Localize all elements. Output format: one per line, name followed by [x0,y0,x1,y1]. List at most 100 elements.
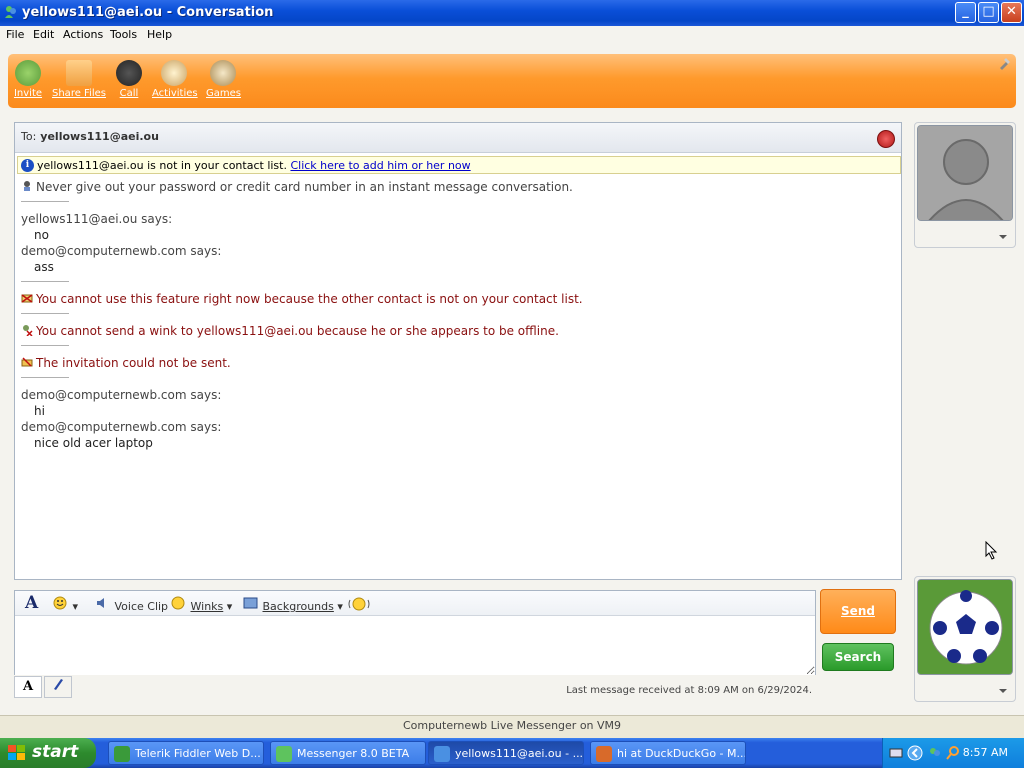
input-mode-tabs: A [14,676,76,698]
browser-icon [596,746,612,762]
compose-area: A ▾ Voice Clip Winks ▾ Backgrounds ▾ [14,590,816,675]
add-contact-link[interactable]: Click here to add him or her now [290,159,470,172]
info-icon: i [21,159,34,172]
task-duckduckgo[interactable]: hi at DuckDuckGo - M... [590,741,746,765]
info-text: yellows111@aei.ou is not in your contact… [37,159,287,172]
separator [21,201,69,202]
message-body: ass [34,260,54,274]
windows-logo-icon [8,745,25,760]
contact-display-picture[interactable] [914,122,1016,248]
window-title: yellows111@aei.ou - Conversation [22,5,274,20]
games-icon [210,60,236,86]
separator [21,281,69,282]
nudge-icon [348,597,370,611]
customize-icon[interactable] [998,56,1012,70]
minimize-button[interactable]: _ [955,2,976,23]
phone-icon [116,60,142,86]
conversation-window: yellows111@aei.ou - Conversation _ □ ✕ F… [0,0,1024,738]
search-button[interactable]: Search [822,643,894,671]
task-fiddler[interactable]: Telerik Fiddler Web D... [108,741,264,765]
messenger-icon [276,746,292,762]
start-button[interactable]: start [0,738,96,768]
system-message: Never give out your password or credit c… [21,180,573,194]
chevron-down-icon[interactable] [999,689,1007,693]
pen-icon [54,679,63,690]
default-avatar-icon [918,126,1012,220]
menu-file[interactable]: File [6,28,24,41]
games-button[interactable]: Games [206,60,241,99]
menu-bar: File Edit Actions Tools Help [0,26,1024,46]
mail-blocked-icon [21,294,33,303]
title-bar[interactable]: yellows111@aei.ou - Conversation _ □ ✕ [0,0,1024,26]
wink-blocked-icon [23,325,33,336]
handwriting-mode-tab[interactable] [44,676,72,698]
emoticon-button[interactable]: ▾ [53,596,78,613]
status-bar: Computernewb Live Messenger on VM9 [0,715,1024,738]
maximize-icon: □ [982,4,995,19]
messenger-tray-icon[interactable] [927,745,943,761]
call-button[interactable]: Call [116,60,142,99]
soccer-ball-picture [917,579,1013,675]
to-line: To: yellows111@aei.ou [21,130,159,143]
to-address: yellows111@aei.ou [40,130,159,143]
activities-button[interactable]: Activities [152,60,198,99]
menu-actions[interactable]: Actions [63,28,103,41]
system-tray: 8:57 AM [882,738,1024,768]
info-bar: i yellows111@aei.ou is not in your conta… [17,156,901,174]
send-button[interactable]: Send [820,589,896,634]
message-header: demo@computernewb.com says: [21,388,222,402]
last-message-status: Last message received at 8:09 AM on 6/29… [566,685,812,696]
taskbar: start Telerik Fiddler Web D... Messenger… [0,738,1024,768]
separator [21,345,69,346]
text-mode-tab[interactable]: A [14,676,42,698]
close-icon: ✕ [1006,4,1017,19]
nudge-button[interactable] [347,596,371,615]
search-icon[interactable] [945,745,961,761]
winks-button[interactable]: Winks ▾ [171,596,232,613]
task-messenger[interactable]: Messenger 8.0 BETA [270,741,426,765]
messenger-icon [5,6,16,18]
own-display-picture[interactable] [914,576,1016,702]
chevron-down-icon[interactable] [999,235,1007,239]
emoticon-icon [53,596,67,610]
backgrounds-button[interactable]: Backgrounds ▾ [243,596,343,613]
block-icon[interactable] [877,130,895,148]
message-input[interactable] [15,617,815,675]
message-body: nice old acer laptop [34,436,153,450]
activities-icon [161,60,187,86]
font-button[interactable]: A [25,593,38,613]
speaker-icon [97,598,104,608]
chevron-left-icon[interactable] [907,745,923,761]
message-body: hi [34,404,45,418]
message-body: no [34,228,49,242]
close-button[interactable]: ✕ [1001,2,1022,23]
warning-message: You cannot send a wink to yellows111@aei… [21,324,559,338]
backgrounds-icon [243,597,258,609]
task-conversation[interactable]: yellows111@aei.ou - ... [428,741,584,765]
share-files-button[interactable]: Share Files [52,60,106,99]
wink-icon [171,596,185,610]
conversation-icon [434,746,450,762]
menu-tools[interactable]: Tools [110,28,137,41]
keyboard-icon[interactable] [889,746,903,760]
avatar [917,125,1013,221]
mouse-cursor-icon [985,541,998,560]
folder-icon [66,60,92,86]
separator [21,377,69,378]
to-label: To: [21,130,37,143]
maximize-button[interactable]: □ [978,2,999,23]
warning-message: You cannot use this feature right now be… [21,292,583,306]
conversation-pane: To: yellows111@aei.ou i yellows111@aei.ou… [14,122,902,580]
invite-icon [15,60,41,86]
menu-edit[interactable]: Edit [33,28,54,41]
invitation-failed-icon [21,357,33,367]
clock: 8:57 AM [962,746,1008,759]
invite-button[interactable]: Invite [12,60,44,99]
format-toolbar: A ▾ Voice Clip Winks ▾ Backgrounds ▾ [15,591,815,616]
warning-message: The invitation could not be sent. [21,356,231,370]
menu-help[interactable]: Help [147,28,172,41]
action-toolbar: Invite Share Files Call Activities Games [8,54,1016,108]
soccer-ball-icon [918,580,1012,674]
message-header: yellows111@aei.ou says: [21,212,173,226]
voice-clip-button[interactable]: Voice Clip [95,596,168,613]
